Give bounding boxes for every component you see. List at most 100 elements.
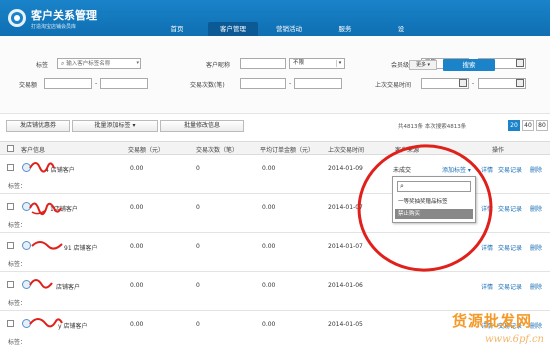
row-checkbox[interactable] (7, 164, 14, 171)
detail-link[interactable]: 详情 (481, 243, 493, 252)
customer-name[interactable]: y 店铺客户 (58, 321, 87, 330)
calendar-icon[interactable] (516, 59, 524, 67)
cell-last-trade: 2014-01-07 (328, 204, 363, 211)
cell-count: 0 (196, 321, 200, 328)
col-count: 交易次数（笔） (196, 147, 239, 154)
cell-avg: 0.00 (262, 321, 276, 328)
avatar (22, 202, 31, 211)
tag-search-input[interactable]: ⌕ (397, 181, 471, 192)
row-checkbox[interactable] (7, 242, 14, 249)
col-amount: 交易额（元） (128, 147, 165, 154)
more-filters-button[interactable]: 更多 ▾ (409, 60, 437, 70)
nav-marketing[interactable]: 营销活动 (264, 22, 314, 36)
chevron-down-icon: ▾ (136, 60, 139, 66)
calendar-icon[interactable] (459, 79, 467, 87)
col-avg: 平均订单金额（元） (260, 147, 315, 154)
range-dash: - (95, 80, 98, 87)
amount-max-input[interactable] (100, 78, 148, 89)
result-count: 共4813条 本次搜索4813条 (398, 124, 467, 130)
detail-link[interactable]: 详情 (481, 282, 493, 291)
avatar (22, 280, 31, 289)
amount-min-input[interactable] (44, 78, 92, 89)
col-last-trade: 上次交易时间 (328, 147, 365, 154)
nav-customer-management[interactable]: 客户管理 (208, 22, 258, 36)
trade-record-link[interactable]: 交易记录 (498, 204, 522, 213)
col-customer-info: 客户信息 (21, 147, 46, 154)
nav-home[interactable]: 首页 (152, 22, 202, 36)
customer-name[interactable]: 91 店铺客户 (64, 243, 98, 252)
cell-amount: 0.00 (130, 204, 144, 211)
row-checkbox[interactable] (7, 320, 14, 327)
col-source: 客户来源 (395, 147, 420, 154)
trade-record-link[interactable]: 交易记录 (498, 165, 522, 174)
tag-option[interactable]: 一等奖抽奖赠品标签 (395, 197, 473, 207)
cell-amount: 0.00 (130, 282, 144, 289)
batch-add-tag-button[interactable]: 批量添加标签 ▾ (72, 120, 158, 132)
tag-label: 标签： (8, 222, 27, 229)
table-header: 客户信息 交易额（元） 交易次数（笔） 平均订单金额（元） 上次交易时间 客户来… (0, 141, 550, 155)
count-label: 交易次数(笔) (190, 82, 225, 89)
tag-option-selected[interactable]: 禁止购买 (395, 209, 473, 219)
table-row: 店铺客户 标签： 0.00 0 0.00 2014-01-06 详情 交易记录 … (0, 273, 550, 311)
cell-avg: 0.00 (262, 165, 276, 172)
delete-link[interactable]: 删除 (530, 243, 542, 252)
last-trade-label: 上次交易时间 (375, 82, 412, 89)
row-checkbox[interactable] (7, 281, 14, 288)
batch-edit-button[interactable]: 批量修改信息 (160, 120, 244, 132)
cell-last-trade: 2014-01-06 (328, 282, 363, 289)
search-icon: ⌕ (400, 182, 404, 190)
nickname-label: 客户昵称 (206, 62, 231, 69)
table-row: 91 店铺客户 标签： 0.00 0 0.00 2014-01-07 详情 交易… (0, 234, 550, 272)
tag-label: 标签： (8, 261, 27, 268)
calendar-icon[interactable] (516, 79, 524, 87)
nickname-input[interactable] (240, 58, 286, 69)
row-checkbox[interactable] (7, 203, 14, 210)
delete-link[interactable]: 删除 (530, 282, 542, 291)
cell-amount: 0.00 (130, 243, 144, 250)
watermark-text: 货源批发网 (451, 312, 532, 330)
chevron-down-icon: ▾ (132, 122, 136, 129)
detail-link[interactable]: 详情 (481, 165, 493, 174)
nickname-match-select[interactable]: 不限 ▾ (289, 58, 345, 69)
avatar (22, 319, 31, 328)
app-subtitle: 打造淘宝店铺会员库 (31, 24, 77, 30)
delete-link[interactable]: 删除 (530, 204, 542, 213)
cell-avg: 0.00 (262, 243, 276, 250)
cell-amount: 0.00 (130, 165, 144, 172)
count-min-input[interactable] (240, 78, 286, 89)
amount-label: 交易额 (19, 82, 38, 89)
cell-count: 0 (196, 282, 200, 289)
customer-name[interactable]: 4 店铺客户 (45, 165, 75, 174)
app-title: 客户关系管理 (31, 10, 97, 22)
tag-label: 标签 (36, 62, 49, 69)
select-all-checkbox[interactable] (7, 145, 14, 152)
cell-last-trade: 2014-01-07 (328, 243, 363, 250)
delete-link[interactable]: 删除 (530, 165, 542, 174)
avatar (22, 241, 31, 250)
filter-panel: 标签 ⌕ 输入客户标签名称 ▾ 客户昵称 不限▾ 会员级别 不限▾ 交易额 - … (0, 36, 550, 114)
page-size-20[interactable]: 20 (508, 120, 520, 131)
page-size-40[interactable]: 40 (522, 120, 534, 131)
send-coupon-button[interactable]: 发店铺优惠券 (6, 120, 70, 132)
nav-settings[interactable]: 设 (376, 22, 426, 36)
avatar (22, 163, 31, 172)
add-tag-link[interactable]: 添加标签 ▾ (442, 165, 471, 174)
cell-avg: 0.00 (262, 204, 276, 211)
detail-link[interactable]: 详情 (481, 204, 493, 213)
nav-service[interactable]: 服务 (320, 22, 370, 36)
page-size-80[interactable]: 80 (536, 120, 548, 131)
customer-name[interactable]: 店铺客户 (56, 282, 80, 291)
customer-name[interactable]: 1店铺客户 (50, 204, 78, 213)
col-actions: 操作 (492, 147, 505, 154)
cell-last-trade: 2014-01-05 (328, 321, 363, 328)
search-button[interactable]: 搜索 (443, 59, 495, 71)
cell-count: 0 (196, 165, 200, 172)
range-dash: - (289, 80, 292, 87)
chevron-down-icon: ▾ (336, 60, 343, 67)
main-nav: 首页 客户管理 营销活动 服务 设 (152, 22, 432, 36)
tag-label: 标签： (8, 339, 27, 346)
trade-record-link[interactable]: 交易记录 (498, 282, 522, 291)
tag-search-input[interactable]: ⌕ 输入客户标签名称 ▾ (57, 58, 141, 69)
trade-record-link[interactable]: 交易记录 (498, 243, 522, 252)
count-max-input[interactable] (294, 78, 342, 89)
